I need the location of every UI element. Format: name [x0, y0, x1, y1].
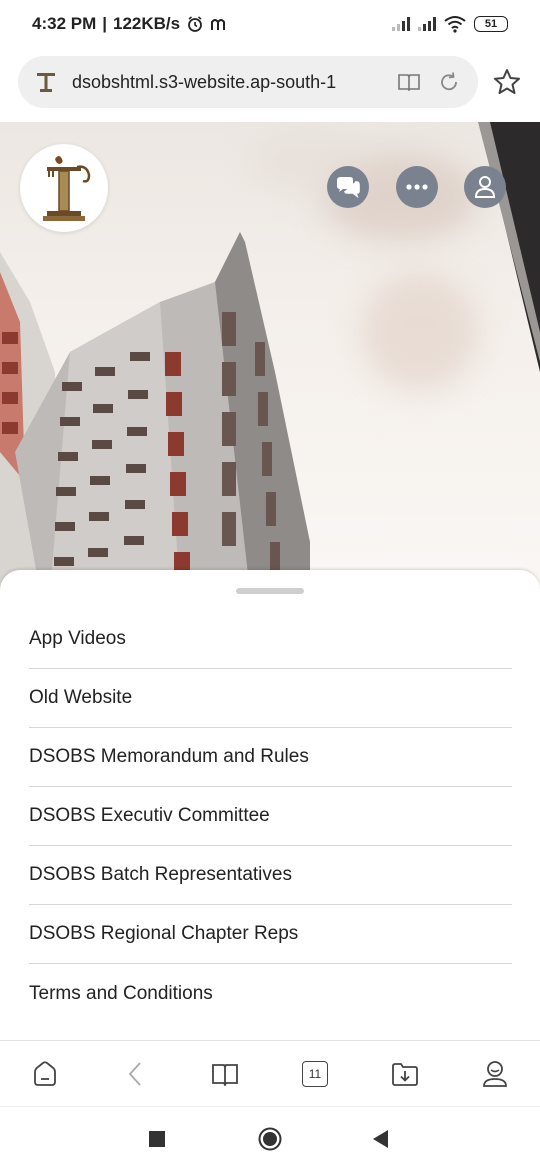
chat-icon — [337, 177, 360, 198]
m-icon — [211, 19, 226, 30]
home-button[interactable] — [30, 1059, 60, 1089]
status-separator: | — [102, 14, 108, 33]
bottom-sheet-menu: App Videos Old Website DSOBS Memorandum … — [0, 570, 540, 1040]
status-bar: 4:32 PM | 122KB/s 51 — [0, 0, 540, 48]
signal-icon-2 — [418, 17, 436, 31]
tab-count: 11 — [302, 1060, 328, 1087]
more-button[interactable] — [396, 166, 438, 208]
home-circle-icon[interactable] — [258, 1127, 282, 1151]
user-icon — [474, 176, 496, 198]
url-text[interactable]: dsobshtml.s3-website.ap-south-1 — [72, 72, 382, 93]
downloads-icon — [392, 1062, 418, 1086]
chat-button[interactable] — [327, 166, 369, 208]
lamp-logo-icon — [43, 156, 91, 221]
menu-item-regional-chapter-reps[interactable]: DSOBS Regional Chapter Reps — [29, 905, 512, 964]
back-triangle-icon[interactable] — [372, 1129, 390, 1149]
menu-item-terms[interactable]: Terms and Conditions — [29, 964, 512, 1023]
reload-icon[interactable] — [436, 69, 462, 95]
more-icon — [406, 184, 428, 190]
menu-item-batch-representatives[interactable]: DSOBS Batch Representatives — [29, 846, 512, 905]
bookmark-star-icon[interactable] — [492, 67, 522, 97]
status-speed: 122KB/s — [113, 14, 181, 33]
site-logo[interactable] — [20, 144, 108, 232]
reader-mode-icon[interactable] — [396, 69, 422, 95]
menu-item-app-videos[interactable]: App Videos — [29, 610, 512, 669]
recents-icon[interactable] — [149, 1131, 165, 1147]
status-time: 4:32 PM — [32, 14, 97, 33]
menu-item-memorandum[interactable]: DSOBS Memorandum and Rules — [29, 728, 512, 787]
tabs-button[interactable]: 11 — [300, 1059, 330, 1089]
system-navigation-bar — [0, 1106, 540, 1170]
reader-icon — [212, 1063, 238, 1086]
address-bar[interactable]: dsobshtml.s3-website.ap-south-1 — [18, 56, 478, 108]
menu-item-executive-committee[interactable]: DSOBS Executiv Committee — [29, 787, 512, 846]
back-icon — [128, 1061, 141, 1086]
menu-list: App Videos Old Website DSOBS Memorandum … — [29, 610, 512, 1023]
alarm-icon — [188, 16, 203, 32]
sheet-drag-handle[interactable] — [236, 588, 304, 594]
profile-icon — [483, 1060, 507, 1087]
profile-button[interactable] — [480, 1059, 510, 1089]
signal-icon — [392, 17, 410, 31]
wifi-icon — [444, 16, 466, 33]
downloads-button[interactable] — [390, 1059, 420, 1089]
hero-image — [0, 122, 540, 592]
site-favicon — [37, 73, 55, 92]
battery-icon: 51 — [474, 16, 508, 32]
browser-toolbar: 11 — [0, 1040, 540, 1106]
home-icon — [34, 1060, 56, 1086]
account-button[interactable] — [464, 166, 506, 208]
menu-item-old-website[interactable]: Old Website — [29, 669, 512, 728]
reader-button[interactable] — [210, 1059, 240, 1089]
back-button[interactable] — [120, 1059, 150, 1089]
